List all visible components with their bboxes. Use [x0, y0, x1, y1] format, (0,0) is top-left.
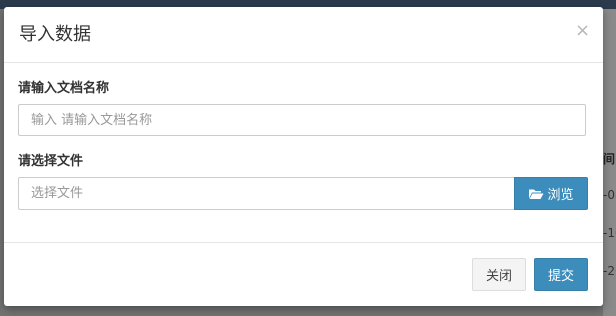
import-data-modal: 导入数据 × 请输入文档名称 请选择文件 浏览 关闭 提交: [4, 7, 603, 306]
background-cell: -08: [603, 188, 616, 202]
close-button[interactable]: 关闭: [472, 258, 526, 291]
background-column-header: 间: [603, 152, 616, 166]
file-label: 请选择文件: [18, 154, 84, 169]
submit-button[interactable]: 提交: [534, 258, 588, 291]
doc-name-input[interactable]: [18, 104, 586, 136]
doc-name-label: 请输入文档名称: [18, 81, 110, 96]
browse-button-label: 浏览: [547, 188, 574, 203]
modal-header: 导入数据 ×: [4, 7, 603, 63]
folder-open-icon: [528, 188, 544, 200]
background-cell: -26: [603, 264, 616, 278]
modal-title: 导入数据: [19, 24, 91, 45]
file-path-input[interactable]: [18, 177, 515, 210]
background-cell: -10: [603, 226, 616, 240]
modal-footer: 关闭 提交: [4, 242, 603, 307]
close-icon[interactable]: ×: [575, 22, 590, 40]
browse-button[interactable]: 浏览: [514, 177, 588, 210]
